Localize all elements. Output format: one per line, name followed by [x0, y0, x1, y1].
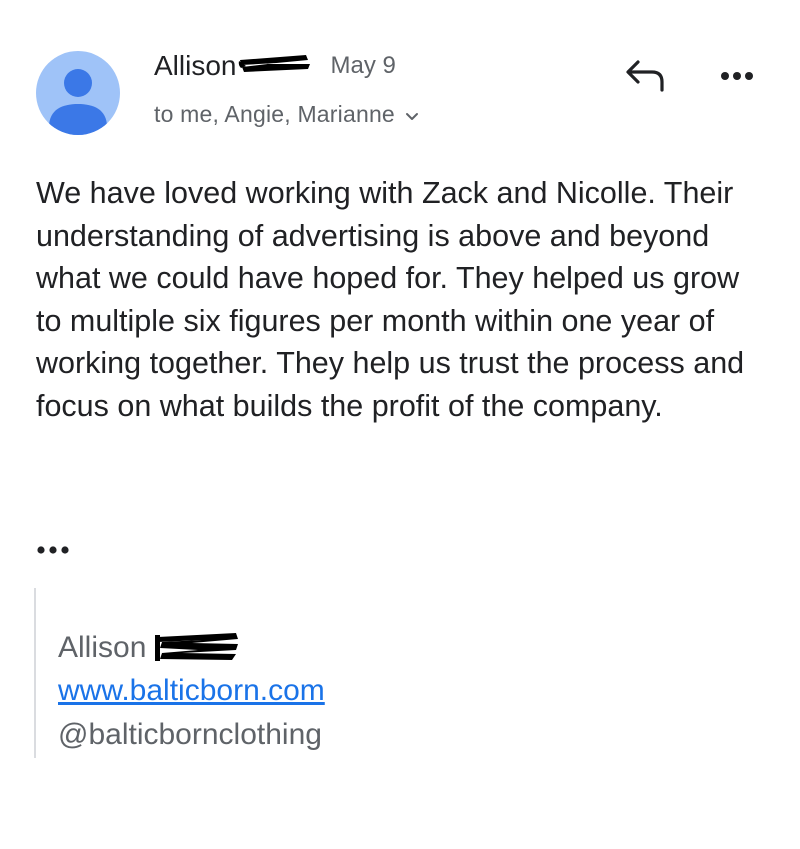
ellipsis-icon — [37, 546, 69, 554]
sent-date: May 9 — [330, 52, 396, 79]
sender-name[interactable]: Allison — [154, 50, 236, 82]
person-avatar-icon — [49, 69, 107, 135]
reply-arrow-icon — [626, 60, 664, 92]
quoted-signature-block: Allison www.balticborn.com @balticborncl… — [34, 588, 325, 758]
reply-button[interactable] — [622, 56, 672, 96]
sender-avatar[interactable] — [36, 51, 120, 135]
more-horizontal-icon — [721, 72, 753, 80]
signature-social-handle: @balticbornclothing — [58, 718, 322, 751]
redacted-signature-surname — [152, 629, 242, 668]
message-body: We have loved working with Zack and Nico… — [36, 176, 745, 423]
show-trimmed-content-button[interactable] — [34, 536, 78, 564]
recipients-text: to me, Angie, Marianne — [154, 100, 395, 127]
more-options-button[interactable] — [713, 58, 761, 94]
recipients-toggle[interactable]: to me, Angie, Marianne — [154, 97, 419, 131]
signature-website-link[interactable]: www.balticborn.com — [58, 674, 325, 708]
signature-name: Allison — [58, 631, 147, 664]
sender-line: Allison May 9 — [154, 48, 396, 84]
signature-name-line: Allison — [58, 628, 242, 668]
redacted-surname — [236, 51, 312, 82]
chevron-down-icon — [405, 101, 419, 128]
